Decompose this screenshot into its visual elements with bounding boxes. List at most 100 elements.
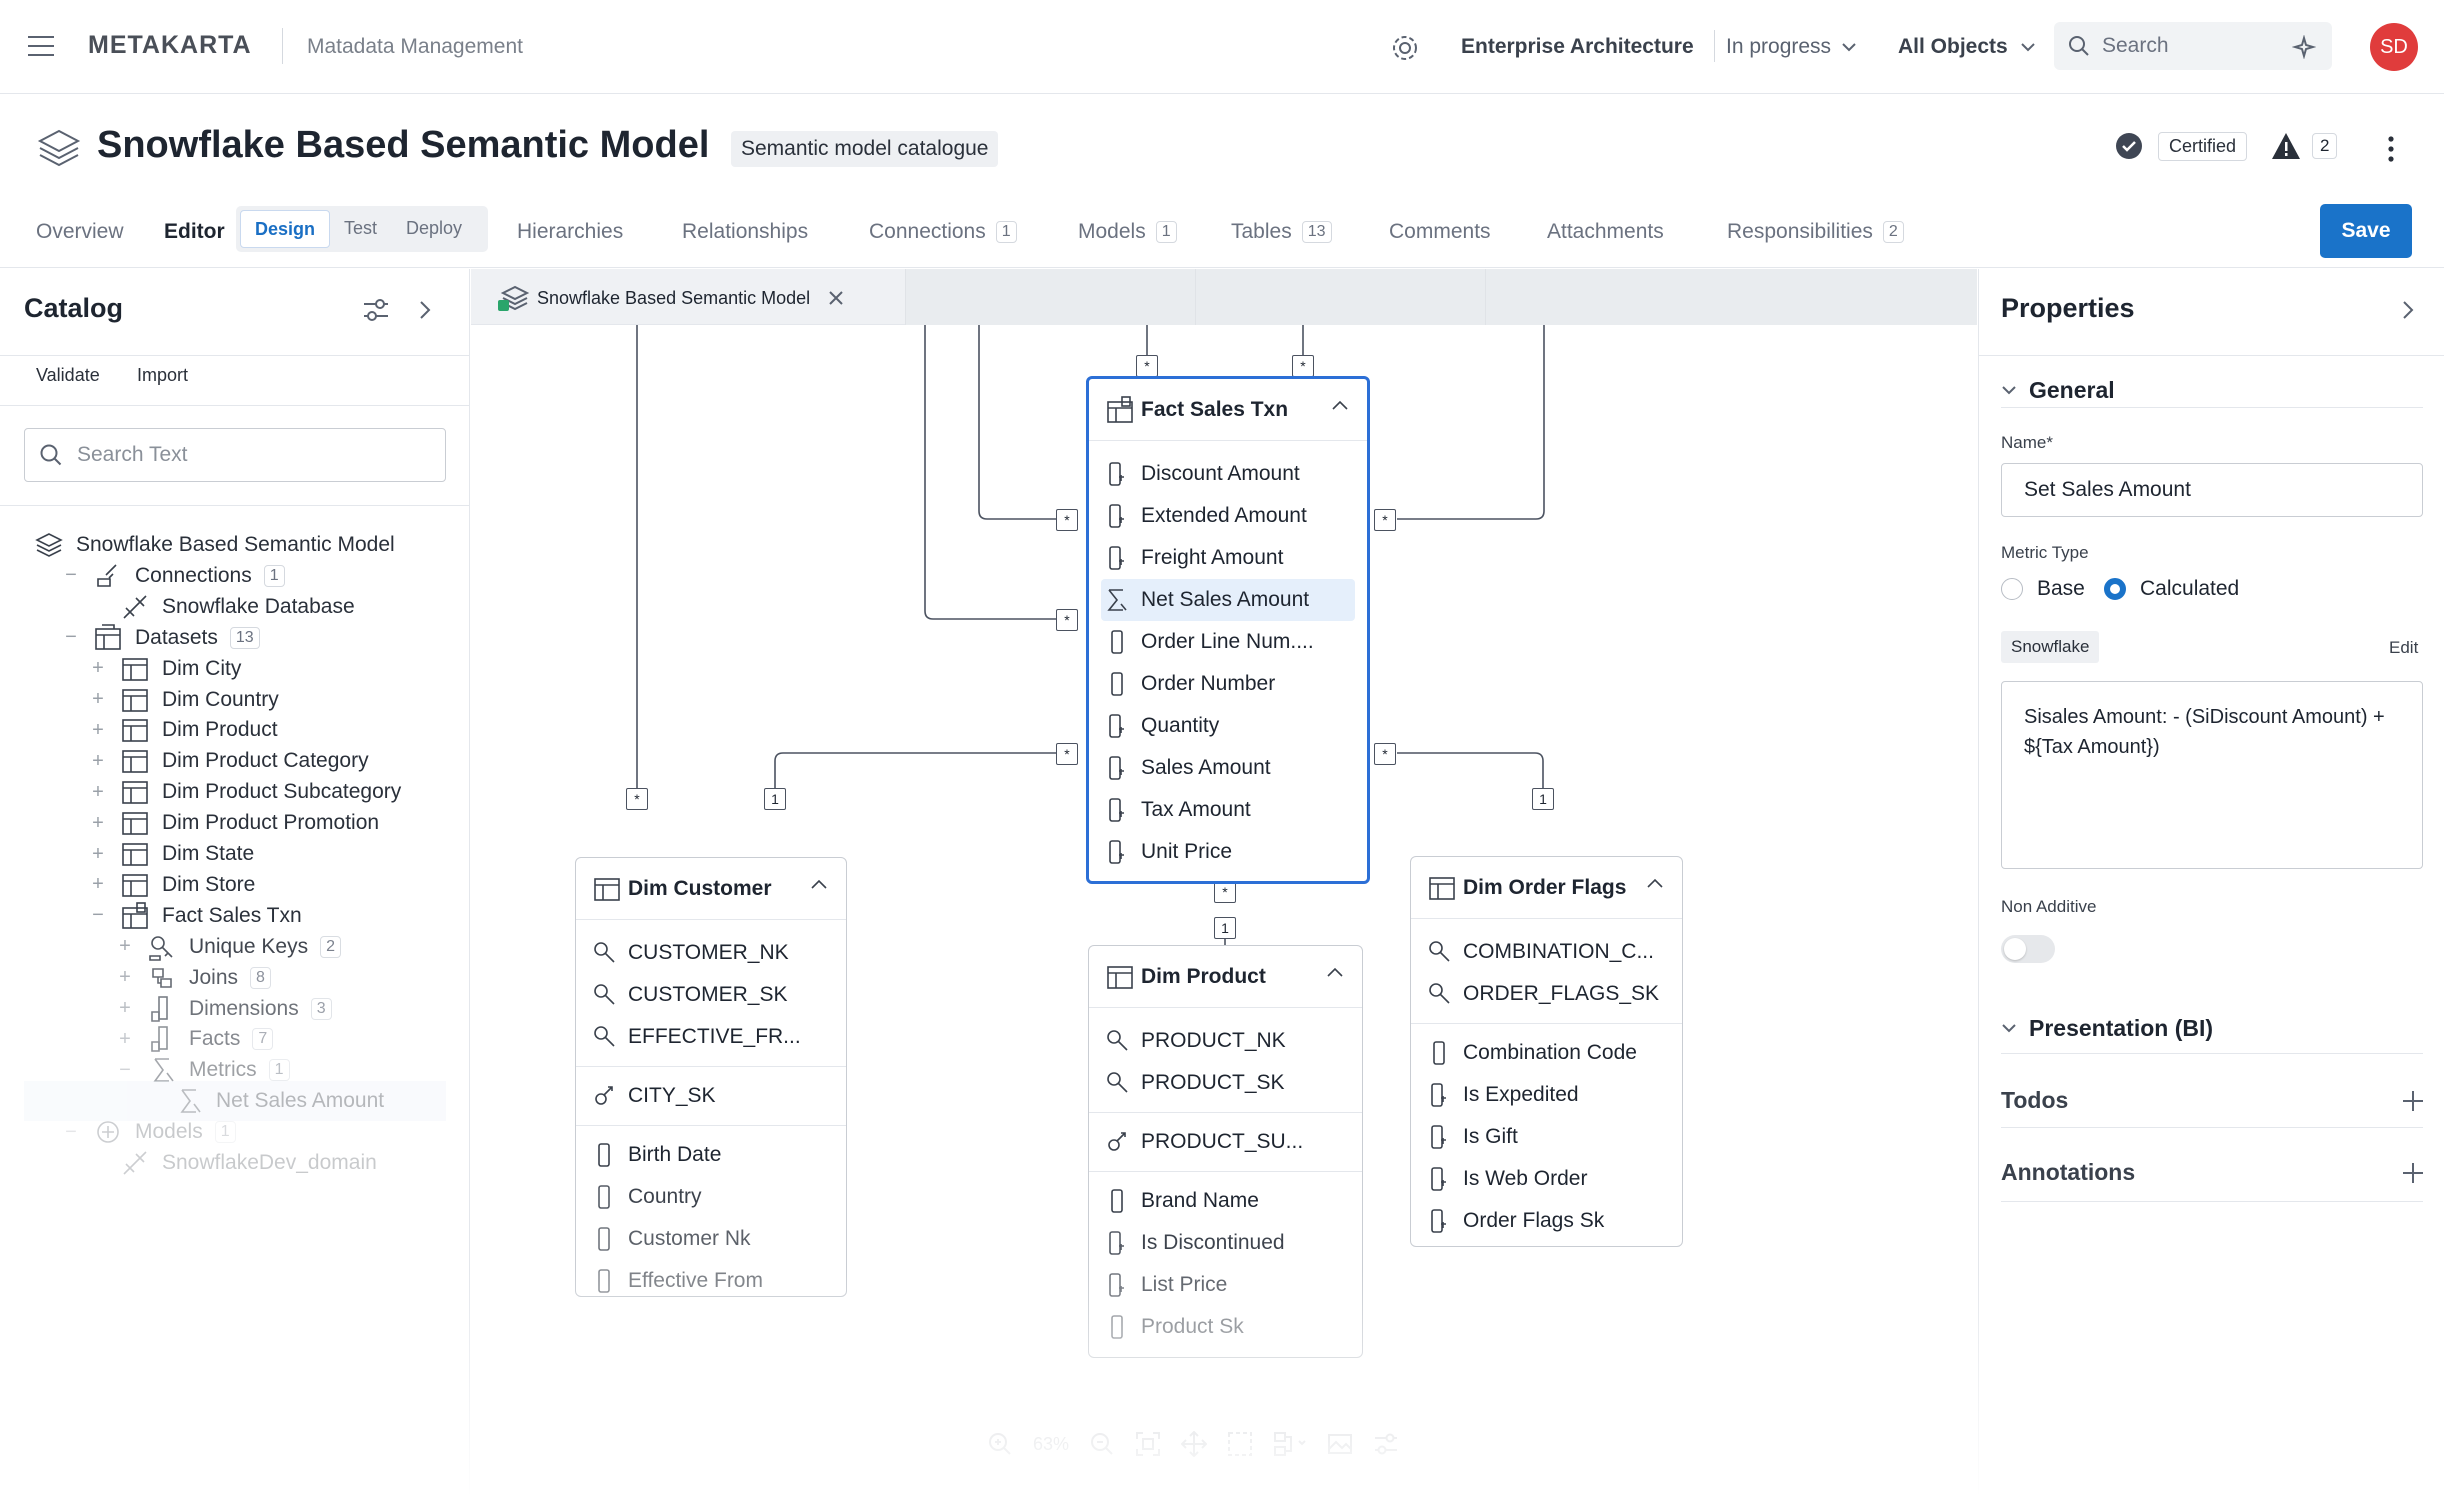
dim-product-node[interactable]: Dim Product PRODUCT_NK PRODUCT_SK PRODUCT_S… bbox=[1088, 945, 1363, 1358]
node-field[interactable]: Birth Date bbox=[576, 1134, 846, 1176]
dim-order-flags-node[interactable]: Dim Order Flags COMBINATION_C... ORDER_FLA… bbox=[1410, 856, 1683, 1247]
warnings-indicator[interactable]: 2 bbox=[2270, 131, 2338, 161]
edit-expression-link[interactable]: Edit bbox=[2389, 638, 2418, 658]
node-field[interactable]: Brand Name bbox=[1089, 1180, 1362, 1222]
node-field[interactable]: Is Web Order bbox=[1411, 1158, 1682, 1200]
tab-attachments[interactable]: Attachments bbox=[1547, 220, 1664, 244]
tab-overview[interactable]: Overview bbox=[36, 220, 124, 244]
node-field[interactable]: CITY_SK bbox=[576, 1075, 846, 1117]
workspace-label[interactable]: Enterprise Architecture bbox=[1461, 35, 1694, 59]
layout-icon[interactable] bbox=[1273, 1431, 1307, 1457]
node-field[interactable]: Discount Amount bbox=[1089, 453, 1367, 495]
dim-customer-node[interactable]: Dim Customer CUSTOMER_NK CUSTOMER_SK EFFECT… bbox=[575, 857, 847, 1297]
expand-toggle[interactable]: − bbox=[61, 626, 81, 649]
node-field[interactable]: Freight Amount bbox=[1089, 537, 1367, 579]
collapse-chevron-up-icon[interactable] bbox=[1326, 966, 1344, 978]
node-field[interactable]: Is Gift bbox=[1411, 1116, 1682, 1158]
expand-toggle[interactable]: + bbox=[115, 935, 135, 958]
model-canvas[interactable]: Snowflake Based Semantic Model * * * * * * * * 1… bbox=[471, 269, 1977, 1494]
collapse-chevron-up-icon[interactable] bbox=[1646, 877, 1664, 889]
node-field[interactable]: List Price bbox=[1089, 1264, 1362, 1306]
node-field[interactable]: Customer Nk bbox=[576, 1218, 846, 1260]
canvas-settings-icon[interactable] bbox=[1373, 1431, 1399, 1457]
menu-icon[interactable] bbox=[26, 34, 56, 58]
tab-connections[interactable]: Connections 1 bbox=[869, 220, 1017, 244]
expand-toggle[interactable]: − bbox=[115, 1059, 135, 1082]
node-field[interactable]: Sales Amount bbox=[1089, 747, 1367, 789]
import-button[interactable]: Import bbox=[137, 365, 188, 386]
node-field[interactable]: CUSTOMER_SK bbox=[576, 974, 846, 1016]
collapse-panel-chevron-icon[interactable] bbox=[418, 299, 432, 321]
node-field[interactable]: Order Number bbox=[1089, 663, 1367, 705]
scope-dropdown[interactable]: All Objects bbox=[1898, 35, 2036, 59]
non-additive-toggle[interactable] bbox=[2001, 935, 2055, 963]
metric-type-radio-calculated[interactable]: Calculated bbox=[2104, 577, 2239, 601]
node-field[interactable]: Is Discontinued bbox=[1089, 1222, 1362, 1264]
node-field[interactable]: Product Sk bbox=[1089, 1306, 1362, 1348]
node-field[interactable]: Net Sales Amount bbox=[1101, 579, 1355, 621]
tab-editor[interactable]: Editor bbox=[164, 220, 225, 244]
node-field[interactable]: PRODUCT_SU... bbox=[1089, 1121, 1362, 1163]
node-header[interactable]: Dim Customer bbox=[576, 858, 846, 920]
validate-button[interactable]: Validate bbox=[36, 365, 100, 386]
more-options-icon[interactable] bbox=[2386, 135, 2396, 163]
collapse-panel-chevron-icon[interactable] bbox=[2401, 299, 2415, 321]
node-header[interactable]: Dim Product bbox=[1089, 946, 1362, 1008]
settings-gear-icon[interactable] bbox=[1390, 33, 1420, 63]
mode-design[interactable]: Design bbox=[240, 210, 330, 248]
fit-screen-icon[interactable] bbox=[1135, 1431, 1161, 1457]
node-field[interactable]: Order Line Num.... bbox=[1089, 621, 1367, 663]
mode-test[interactable]: Test bbox=[344, 218, 377, 239]
zoom-out-icon[interactable] bbox=[1089, 1431, 1115, 1457]
image-export-icon[interactable] bbox=[1327, 1431, 1353, 1457]
expand-toggle[interactable]: + bbox=[88, 812, 108, 835]
presentation-section-toggle[interactable]: Presentation (BI) bbox=[2001, 1015, 2213, 1042]
expand-toggle[interactable]: + bbox=[88, 873, 108, 896]
node-field[interactable]: Unit Price bbox=[1089, 831, 1367, 873]
node-field[interactable]: Order Flags Sk bbox=[1411, 1200, 1682, 1242]
general-section-toggle[interactable]: General bbox=[2001, 377, 2115, 404]
move-icon[interactable] bbox=[1181, 1431, 1208, 1457]
avatar[interactable]: SD bbox=[2370, 23, 2418, 71]
select-area-icon[interactable] bbox=[1227, 1431, 1253, 1457]
node-field[interactable]: EFFECTIVE_FR... bbox=[576, 1016, 846, 1058]
node-field[interactable]: Country bbox=[576, 1176, 846, 1218]
node-field[interactable]: Effective From bbox=[576, 1260, 846, 1302]
metric-type-radio-base[interactable]: Base bbox=[2001, 577, 2085, 601]
node-field[interactable]: Quantity bbox=[1089, 705, 1367, 747]
zoom-in-icon[interactable] bbox=[987, 1431, 1013, 1457]
expand-toggle[interactable]: + bbox=[115, 966, 135, 989]
expand-toggle[interactable]: + bbox=[88, 750, 108, 773]
logo[interactable]: METAKARTA bbox=[88, 31, 252, 60]
tab-responsibilities[interactable]: Responsibilities 2 bbox=[1727, 220, 1904, 244]
tab-hierarchies[interactable]: Hierarchies bbox=[517, 220, 623, 244]
close-icon[interactable] bbox=[828, 290, 844, 306]
ai-sparkle-icon[interactable] bbox=[2292, 35, 2316, 59]
expand-toggle[interactable]: − bbox=[88, 904, 108, 927]
tab-comments[interactable]: Comments bbox=[1389, 220, 1491, 244]
global-search[interactable]: Search bbox=[2054, 22, 2332, 70]
node-field[interactable]: Is Expedited bbox=[1411, 1074, 1682, 1116]
expand-toggle[interactable]: + bbox=[88, 657, 108, 680]
expand-toggle[interactable]: + bbox=[88, 719, 108, 742]
add-todo-plus-icon[interactable] bbox=[2401, 1089, 2425, 1113]
node-field[interactable]: Combination Code bbox=[1411, 1032, 1682, 1074]
add-annotation-plus-icon[interactable] bbox=[2401, 1161, 2425, 1185]
expand-toggle[interactable]: − bbox=[61, 1121, 81, 1144]
expand-toggle[interactable]: + bbox=[88, 843, 108, 866]
node-field[interactable]: Extended Amount bbox=[1089, 495, 1367, 537]
filter-settings-icon[interactable] bbox=[362, 297, 390, 323]
status-dropdown[interactable]: In progress bbox=[1726, 35, 1857, 59]
tree-item[interactable]: SnowflakeDev_domain bbox=[88, 1143, 377, 1183]
tab-models[interactable]: Models 1 bbox=[1078, 220, 1177, 244]
node-header[interactable]: Dim Order Flags bbox=[1411, 857, 1682, 919]
node-field[interactable]: PRODUCT_NK bbox=[1089, 1020, 1362, 1062]
expression-editor[interactable]: Sisales Amount: - (SiDiscount Amount) + … bbox=[2001, 681, 2423, 869]
save-button[interactable]: Save bbox=[2320, 204, 2412, 258]
node-field[interactable]: Tax Amount bbox=[1089, 789, 1367, 831]
collapse-chevron-up-icon[interactable] bbox=[810, 878, 828, 890]
tab-tables[interactable]: Tables 13 bbox=[1231, 220, 1332, 244]
node-header[interactable]: Fact Sales Txn bbox=[1089, 379, 1367, 441]
node-field[interactable]: PRODUCT_SK bbox=[1089, 1062, 1362, 1104]
expand-toggle[interactable]: + bbox=[88, 781, 108, 804]
